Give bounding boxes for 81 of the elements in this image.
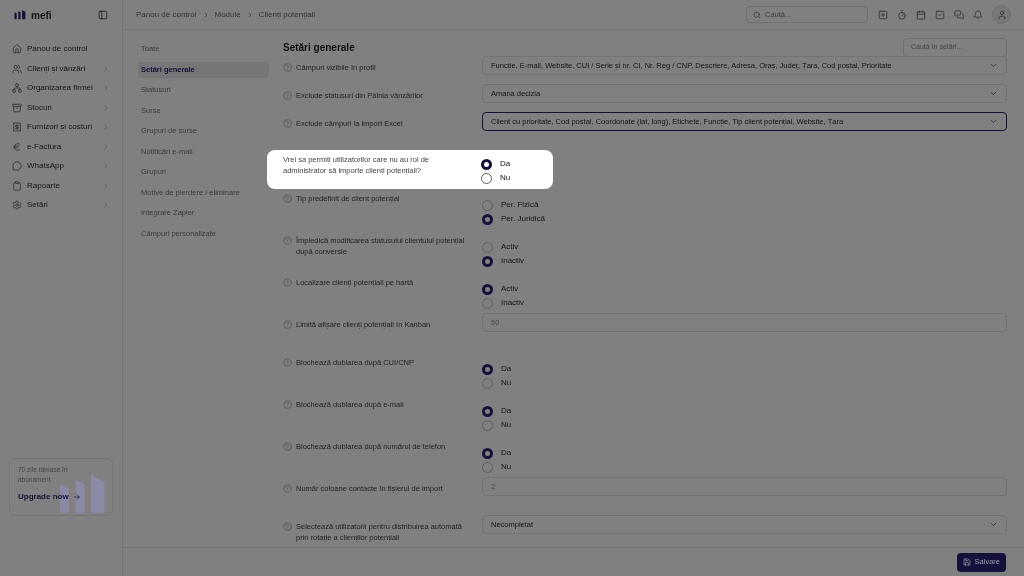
help-icon[interactable] (283, 278, 292, 287)
help-icon[interactable] (283, 91, 292, 100)
radio-button[interactable] (482, 213, 493, 225)
radio-label: Per. Fizică (501, 199, 539, 211)
chevron-down-icon (989, 89, 998, 98)
sidebar-item[interactable]: Rapoarte (12, 176, 110, 195)
help-icon[interactable] (283, 63, 292, 72)
arrow-right-icon (72, 493, 81, 501)
upgrade-link[interactable]: Upgrade now (18, 491, 104, 503)
settings-icon (12, 200, 22, 210)
help-icon[interactable] (283, 484, 292, 493)
radio-label: Activ (501, 283, 519, 295)
save-icon (962, 558, 971, 566)
help-icon[interactable] (283, 119, 292, 128)
radio-button[interactable] (481, 158, 492, 170)
radio-button[interactable] (482, 405, 493, 417)
radio-label: Nu (501, 419, 512, 431)
help-icon[interactable] (283, 236, 292, 245)
radio-label: Da (501, 447, 512, 459)
timer-icon[interactable] (897, 9, 907, 20)
sidebar-item[interactable]: Clienți și vânzări (12, 59, 110, 78)
chevron-right-icon (102, 162, 110, 170)
chevron-right-icon (102, 123, 110, 131)
chevron-right-icon (102, 142, 110, 151)
chevron-right-icon (102, 181, 110, 190)
add-icon[interactable] (878, 9, 888, 20)
logo-icon (14, 10, 27, 20)
sidebar-item[interactable]: Organizarea firmei (12, 79, 110, 97)
sidebar-item[interactable]: WhatsApp (12, 157, 110, 175)
users-icon (12, 63, 22, 74)
notifications-icon[interactable] (973, 9, 983, 20)
radio-button[interactable] (482, 447, 493, 459)
chevron-right-icon (102, 64, 110, 73)
messages-icon[interactable] (954, 9, 964, 20)
breadcrumb-link[interactable]: Module (214, 8, 241, 21)
chevron-down-icon (989, 61, 998, 70)
clipboard-icon (12, 180, 22, 191)
radio-label: Da (501, 363, 512, 375)
radio-button[interactable] (482, 283, 493, 295)
sidebar-item[interactable]: Furnizori și costuri (12, 118, 110, 136)
help-icon[interactable] (283, 358, 292, 367)
chat-icon (12, 161, 22, 171)
archive-icon (12, 102, 22, 113)
chevron-right-icon (102, 103, 110, 112)
sidebar-item[interactable]: e-Factura (12, 137, 110, 156)
radio-label: Activ (501, 241, 519, 253)
radio-label: Inactiv (501, 255, 525, 267)
radio-label: Da (501, 405, 512, 417)
chevron-down-icon (989, 117, 998, 126)
breadcrumb-link[interactable]: Panou de control (136, 8, 197, 21)
collapse-sidebar-icon[interactable] (98, 10, 108, 20)
help-icon[interactable] (283, 442, 292, 451)
home-icon (12, 44, 22, 54)
search-icon (753, 10, 761, 19)
radio-button[interactable] (482, 255, 493, 267)
help-icon[interactable] (283, 194, 292, 203)
radio-label: Nu (501, 377, 512, 389)
help-icon[interactable] (283, 400, 292, 409)
euro-icon (12, 141, 22, 152)
hierarchy-icon (12, 83, 22, 93)
calendar-icon[interactable] (916, 9, 926, 20)
radio-label: Per. Juridică (501, 213, 546, 225)
sidebar-item[interactable]: Stocuri (12, 98, 110, 117)
chevron-right-icon (102, 84, 110, 92)
chevron-down-icon (989, 520, 998, 529)
avatar[interactable] (992, 5, 1011, 24)
sidebar-item[interactable]: Panou de control (12, 40, 110, 58)
receipt-icon (12, 122, 22, 132)
help-icon[interactable] (283, 320, 292, 329)
page-title: Setări generale (283, 40, 355, 55)
user-icon (996, 9, 1007, 20)
radio-label: Da (500, 158, 511, 170)
radio-button[interactable] (482, 363, 493, 375)
task-icon[interactable] (935, 9, 945, 20)
chevron-right-icon (102, 201, 110, 209)
brand-name: mefi (31, 8, 52, 23)
radio-label: Nu (500, 172, 511, 184)
radio-label: Inactiv (501, 297, 525, 309)
radio-label: Nu (501, 461, 512, 473)
help-icon[interactable] (283, 522, 292, 531)
sidebar-item[interactable]: Setări (12, 196, 110, 214)
